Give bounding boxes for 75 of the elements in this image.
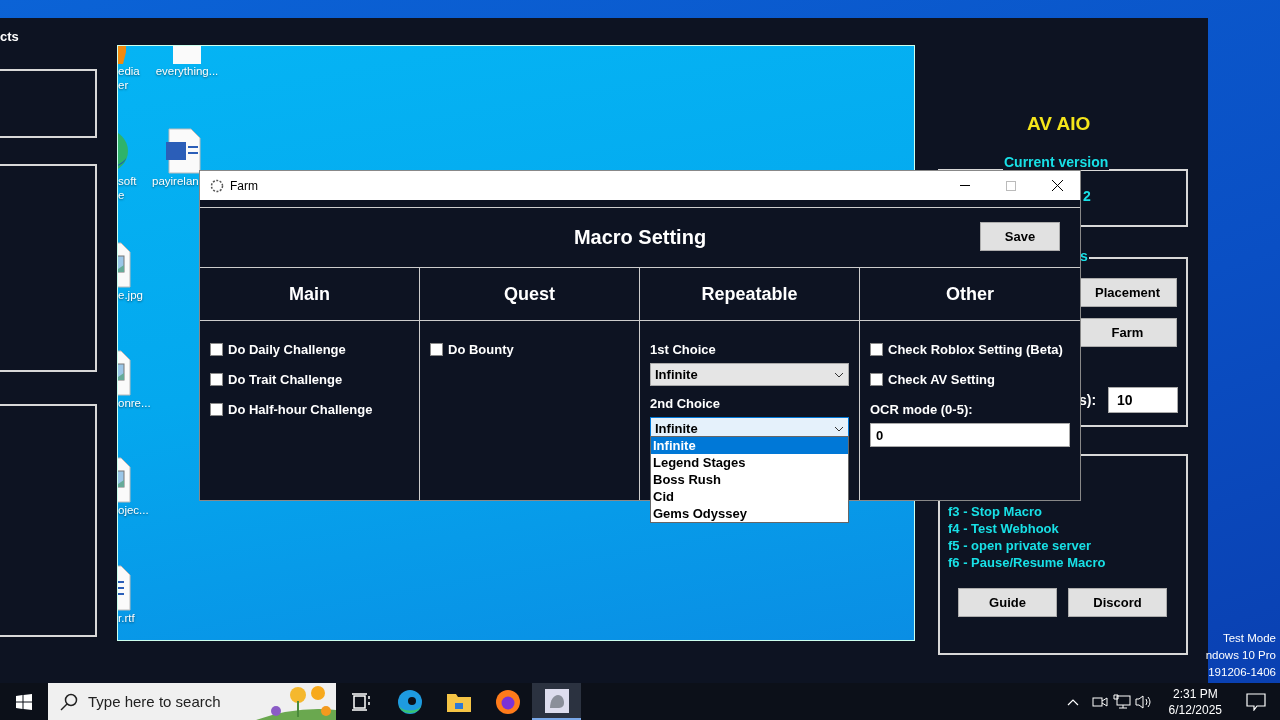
save-button[interactable]: Save: [980, 222, 1060, 251]
icon-label: er: [118, 78, 129, 92]
chevron-down-icon: [834, 425, 844, 432]
dropdown-option[interactable]: Infinite: [651, 437, 848, 454]
icon-label: onre...: [118, 396, 151, 410]
checkbox-label: Do Half-hour Challenge: [228, 402, 373, 417]
field-label: 1st Choice: [650, 342, 717, 359]
notification-icon[interactable]: [1246, 692, 1266, 711]
mode-button[interactable]: Placement: [1078, 278, 1177, 307]
network-icon: [1112, 693, 1131, 710]
window-title: Farm: [230, 178, 259, 193]
maximize-icon: [1006, 180, 1016, 191]
checkbox[interactable]: [210, 403, 223, 416]
icon-label: soft: [118, 174, 137, 188]
column-heading: Other: [946, 283, 994, 305]
icon-label: everything...: [155, 64, 219, 78]
checkbox-label: Check Roblox Setting (Beta): [888, 342, 1063, 357]
app-title: AV AIO: [1027, 113, 1091, 135]
hotkey-text: f5 - open private server: [948, 537, 1093, 554]
checkbox-label: Do Bounty: [448, 342, 514, 357]
mode-button[interactable]: Farm: [1078, 318, 1177, 347]
system-info-text: Test Mode: [1222, 631, 1276, 646]
checkbox[interactable]: [210, 343, 223, 356]
icon-label: payirelan: [152, 174, 199, 188]
chevron-down-icon: [834, 371, 844, 378]
icon-label: r.rtf: [118, 611, 135, 625]
dropdown-option[interactable]: Legend Stages: [651, 454, 848, 471]
windows-icon: [16, 693, 32, 710]
dropdown[interactable]: Infinite: [650, 363, 849, 386]
link-button[interactable]: Guide: [958, 588, 1057, 617]
input-field[interactable]: 10: [1108, 387, 1178, 413]
window-title: cts: [0, 29, 19, 44]
checkbox-label: Do Daily Challenge: [228, 342, 346, 357]
app-icon: [543, 687, 570, 714]
icon-label: e.jpg: [118, 288, 143, 302]
link-button[interactable]: Discord: [1068, 588, 1167, 617]
input-field[interactable]: 0: [870, 423, 1070, 447]
task-view-icon: [350, 692, 371, 711]
hotkey-text: f6 - Pause/Resume Macro: [948, 554, 1106, 571]
column-heading: Quest: [504, 283, 555, 305]
dialog-heading: Macro Setting: [573, 226, 707, 249]
search-placeholder: Type here to search: [88, 693, 221, 710]
taskbar-app[interactable]: [532, 683, 581, 720]
checkbox[interactable]: [210, 373, 223, 386]
icon-label: edia: [118, 64, 140, 78]
firefox-icon: [494, 688, 521, 715]
clock-date: 6/12/2025: [1168, 701, 1222, 718]
dropdown-option[interactable]: Cid: [651, 488, 848, 505]
checkbox[interactable]: [870, 373, 883, 386]
close-icon: [1051, 180, 1063, 191]
hotkey-text: f4 - Test Webhook: [948, 520, 1060, 537]
app-icon: [210, 178, 224, 193]
hotkey-text: f3 - Stop Macro: [948, 503, 1043, 520]
column-heading: Repeatable: [701, 283, 798, 305]
clock-time: 2:31 PM: [1172, 685, 1218, 702]
icon-label: ojec...: [118, 503, 149, 517]
system-info-text: 191206-1406: [1208, 665, 1276, 680]
minimize-icon: [960, 184, 970, 187]
chevron-up-icon: [1066, 697, 1079, 706]
group-label: Current version: [1003, 154, 1110, 170]
checkbox-label: Do Trait Challenge: [228, 372, 343, 387]
checkbox[interactable]: [870, 343, 883, 356]
browser-icon: [396, 688, 423, 715]
field-label: 2nd Choice: [650, 396, 722, 413]
checkbox[interactable]: [430, 343, 443, 356]
search-field[interactable]: Type here to search: [48, 683, 336, 720]
icon-label: e: [118, 188, 125, 202]
checkbox-label: Check AV Setting: [888, 372, 995, 387]
dropdown-option[interactable]: Boss Rush: [651, 471, 848, 488]
column-heading: Main: [289, 283, 330, 305]
field-label: OCR mode (0-5):: [870, 402, 974, 419]
search-icon: [60, 692, 78, 711]
volume-icon: [1134, 693, 1153, 710]
version-text: 2: [1082, 188, 1092, 204]
dropdown-option[interactable]: Gems Odyssey: [651, 505, 848, 522]
